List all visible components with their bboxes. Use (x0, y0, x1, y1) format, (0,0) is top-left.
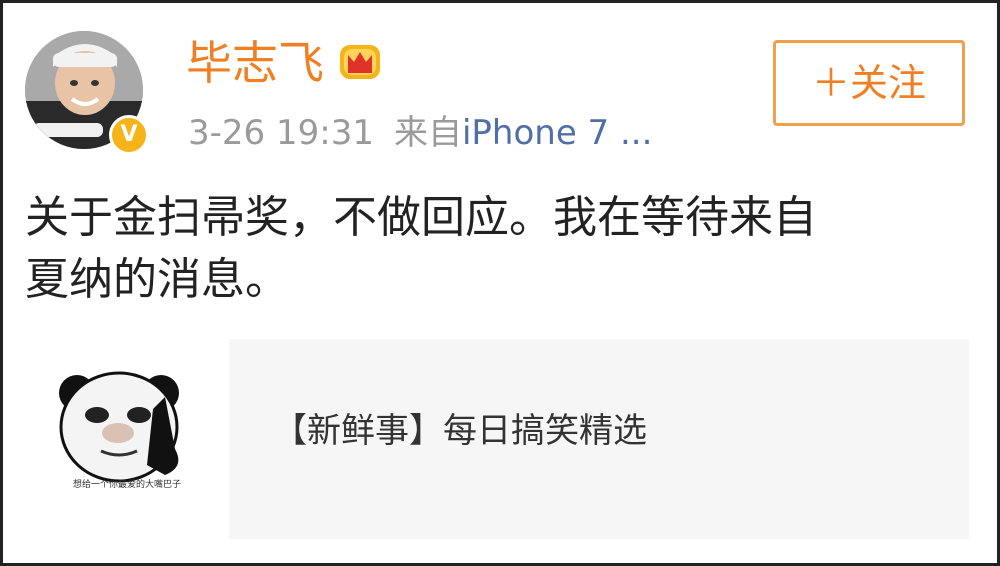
follow-button[interactable]: ＋关注 (773, 40, 965, 126)
verified-v-icon: V (109, 115, 149, 155)
post-text: 关于金扫帚奖，不做回应。我在等待来自 夏纳的消息。 (25, 192, 817, 305)
source-device-link[interactable]: iPhone 7 ... (462, 113, 652, 153)
panda-meme-icon (59, 371, 179, 483)
weibo-post-card: V 毕志飞 3-26 19:31 来自iPhone 7 ... ＋关注 关于金扫帚… (0, 0, 1000, 566)
thumbnail-caption: 想给一个你最爱的大嘴巴子 (72, 480, 181, 490)
source-prefix: 来自 (393, 113, 462, 153)
post-meta: 3-26 19:31 来自iPhone 7 ... (188, 111, 652, 155)
card-title[interactable]: 【新鲜事】每日搞笑精选 (273, 403, 647, 459)
post-time: 3-26 19:31 (188, 113, 374, 153)
crown-icon[interactable] (336, 39, 384, 83)
username[interactable]: 毕志飞 (186, 33, 324, 93)
card-thumbnail[interactable] (25, 339, 229, 539)
